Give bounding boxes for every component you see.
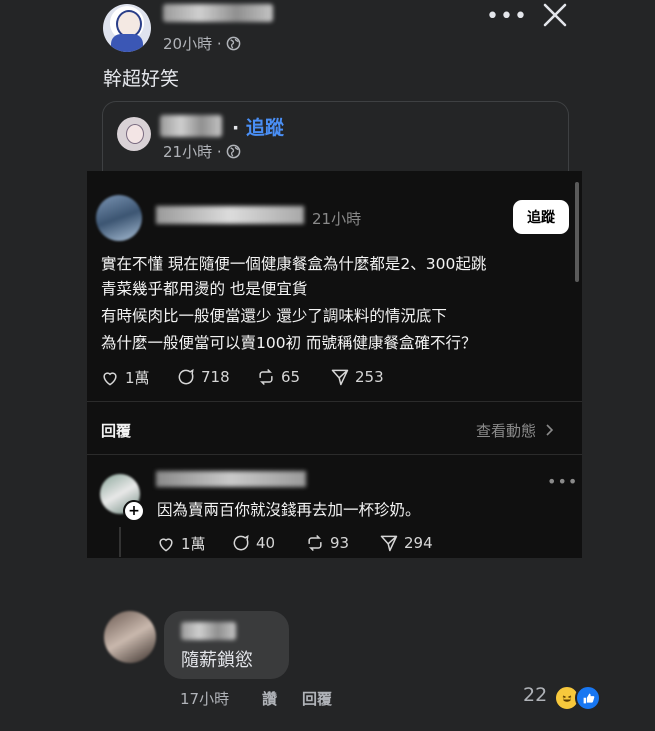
threads-timestamp: 21小時 [312,210,362,228]
like-count: 1萬 [125,369,150,387]
threads-share-stat: 253 [330,367,384,387]
share-count: 294 [404,534,433,552]
post-timestamp[interactable]: 20小時 · [163,33,241,54]
follow-link[interactable]: 追蹤 [246,117,284,139]
reply-comment-stat: 40 [231,533,275,553]
comment-like-button[interactable]: 讚 [262,688,277,709]
heart-icon [159,537,173,552]
reply-text: 因為賣兩百你就沒錢再去加一杯珍奶。 [157,501,421,519]
reply-author-name-redacted [156,471,306,487]
comment-reply-button[interactable]: 回覆 [302,688,332,709]
post-time-text: 20小時 [163,35,213,53]
comment-timestamp[interactable]: 17小時 [180,688,229,709]
post-text: 幹超好笑 [103,68,180,90]
thread-connector-line [119,527,121,557]
close-icon[interactable] [540,0,570,30]
share-count: 253 [355,368,384,386]
comment-count: 718 [201,368,230,386]
send-icon [331,369,349,386]
view-activity-label: 查看動態 [476,422,537,440]
threads-text-line: 為什麼一般便當可以賣100初 而號稱健康餐盒確不行？ [101,334,477,352]
replies-heading: 回覆 [101,422,132,440]
reply-share-stat: 294 [379,533,433,553]
divider [87,401,582,402]
threads-author-name-redacted [156,206,304,224]
separator-dot: · [232,117,240,139]
author-avatar[interactable] [103,4,151,52]
threads-repost-stat: 65 [256,367,300,387]
reply-repost-stat: 93 [305,533,349,553]
plus-icon: + [123,500,145,522]
repost-icon [259,368,273,386]
repost-count: 65 [281,368,301,386]
threads-like-stat: 1萬 [100,367,150,388]
reaction-count[interactable]: 22 [523,684,547,706]
send-icon [380,535,398,552]
threads-text-line: 實在不懂 現在隨便一個健康餐盒為什麼都是2、300起跳 [101,255,487,273]
repost-icon [308,534,322,552]
commenter-avatar[interactable] [104,611,156,663]
shared-author-name-redacted [160,115,222,137]
chevron-right-icon [546,424,553,436]
globe-icon [227,36,241,51]
comment-icon [233,534,249,551]
shared-time-text: 21小時 [163,143,213,161]
scrollbar [575,182,579,282]
heart-icon [103,371,117,386]
like-icon[interactable] [575,685,601,711]
comment-text: 隨薪鎖慾 [181,650,253,671]
threads-follow-button: 追蹤 [513,200,569,234]
like-count: 1萬 [181,535,206,553]
shared-timestamp[interactable]: 21小時 · [163,141,241,162]
more-options-button[interactable]: ••• [486,4,528,29]
author-name-redacted [163,4,273,22]
reply-more-icon: ••• [547,472,579,491]
shared-author-avatar[interactable] [117,117,151,151]
view-activity-link: 查看動態 [476,420,555,441]
globe-icon [227,144,241,159]
threads-author-avatar [96,195,142,241]
comment-icon [178,368,194,385]
comment-count: 40 [256,534,276,552]
divider [87,454,582,455]
repost-count: 93 [330,534,350,552]
reply-like-stat: 1萬 [156,533,206,554]
commenter-name-redacted[interactable] [181,622,236,640]
threads-text-line: 青菜幾乎都用燙的 也是便宜貨 [101,280,308,298]
threads-comment-stat: 718 [176,367,230,387]
shared-follow: · 追蹤 [232,113,284,140]
threads-text-line: 有時候肉比一般便當還少 還少了調味料的情況底下 [101,307,447,325]
